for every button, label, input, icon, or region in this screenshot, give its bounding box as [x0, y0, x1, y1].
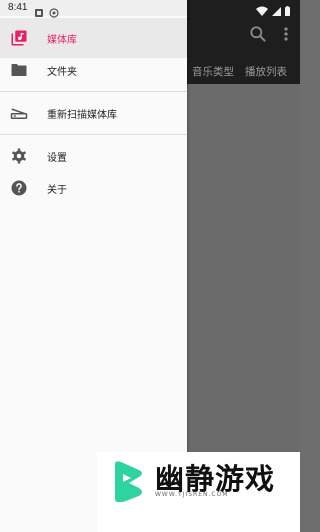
folder-icon: [10, 61, 28, 79]
watermark-url: WWW.YJISREN.COM: [155, 491, 229, 498]
tab-genres[interactable]: 音乐类型: [192, 64, 234, 79]
status-time: 8:41: [8, 2, 28, 13]
nav-item-label: 设置: [47, 152, 67, 164]
nav-item-label: 重新扫描媒体库: [47, 109, 117, 121]
nav-item-label: 媒体库: [47, 34, 77, 46]
more-vert-icon[interactable]: [276, 24, 296, 44]
nav-item-folders[interactable]: 文件夹: [0, 50, 187, 90]
notification-icon: [34, 3, 44, 17]
battery-icon: [285, 6, 290, 16]
nav-item-label: 文件夹: [47, 66, 77, 78]
status-bar: 8:41: [0, 0, 300, 18]
notification-icon: [49, 3, 59, 18]
nav-item-label: 关于: [47, 184, 67, 196]
watermark: 幽静游戏 WWW.YJISREN.COM: [97, 452, 300, 532]
library-music-icon: [10, 29, 28, 47]
scanner-icon: [10, 104, 28, 122]
tab-playlists[interactable]: 播放列表: [245, 64, 287, 79]
signal-icon: [272, 7, 281, 16]
nav-item-rescan[interactable]: 重新扫描媒体库: [0, 93, 187, 133]
status-indicators: [254, 2, 294, 16]
wifi-icon: [256, 6, 268, 16]
divider: [0, 91, 187, 92]
search-icon[interactable]: [248, 24, 268, 44]
help-icon: [10, 179, 28, 197]
gear-icon: [10, 147, 28, 165]
watermark-logo-icon: [109, 460, 149, 503]
nav-item-about[interactable]: 关于: [0, 168, 187, 208]
divider: [0, 134, 187, 135]
